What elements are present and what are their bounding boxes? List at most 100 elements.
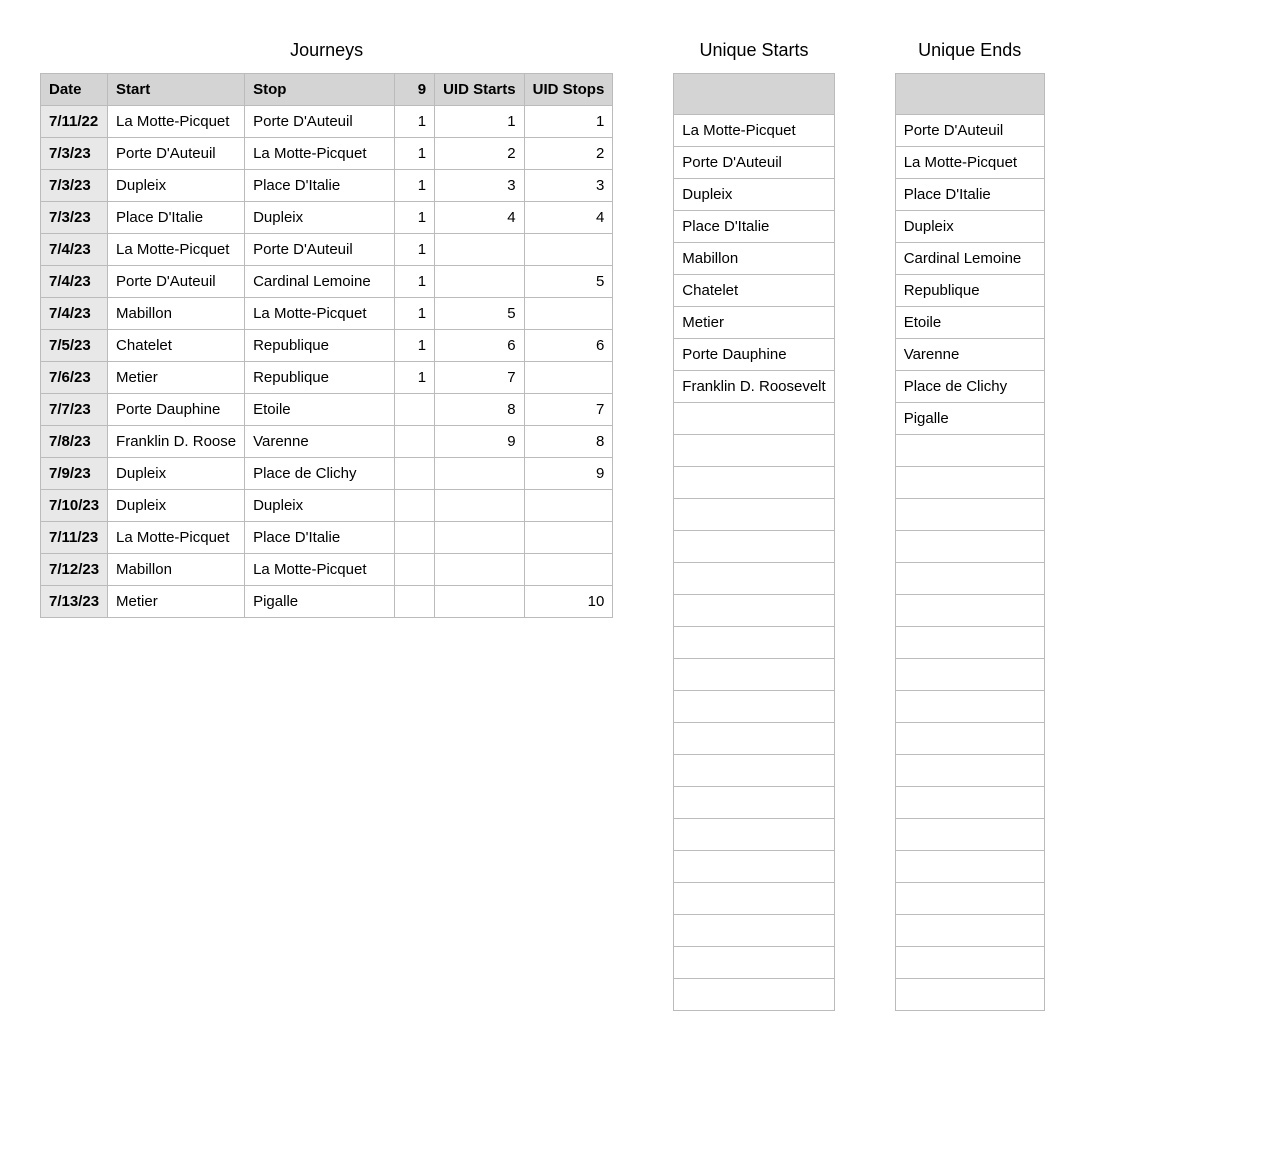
table-row: Place D'Italie — [895, 179, 1044, 211]
table-row: Chatelet — [674, 275, 834, 307]
cell-uid-starts — [435, 554, 525, 586]
cell-uid-stops: 3 — [524, 170, 613, 202]
list-item — [674, 435, 834, 467]
table-row: Franklin D. Roosevelt — [674, 371, 834, 403]
cell-start: La Motte-Picquet — [108, 522, 245, 554]
unique-ends-header — [895, 74, 1044, 115]
table-row — [674, 947, 834, 979]
list-item: Porte D'Auteuil — [674, 147, 834, 179]
cell-count — [395, 522, 435, 554]
cell-count — [395, 554, 435, 586]
cell-date: 7/3/23 — [41, 202, 108, 234]
list-item — [674, 915, 834, 947]
cell-count: 1 — [395, 266, 435, 298]
cell-date: 7/4/23 — [41, 234, 108, 266]
list-item — [674, 467, 834, 499]
table-row: Porte Dauphine — [674, 339, 834, 371]
table-row: La Motte-Picquet — [895, 147, 1044, 179]
table-row — [895, 435, 1044, 467]
cell-start: Dupleix — [108, 170, 245, 202]
list-item — [895, 659, 1044, 691]
cell-uid-starts: 6 — [435, 330, 525, 362]
list-item: Mabillon — [674, 243, 834, 275]
cell-start: La Motte-Picquet — [108, 106, 245, 138]
cell-date: 7/11/22 — [41, 106, 108, 138]
cell-count — [395, 394, 435, 426]
cell-stop: Varenne — [245, 426, 395, 458]
table-row — [895, 947, 1044, 979]
journeys-table: Date Start Stop 9 UID Starts UID Stops 7… — [40, 73, 613, 618]
cell-uid-starts: 4 — [435, 202, 525, 234]
list-item — [895, 851, 1044, 883]
cell-uid-starts — [435, 490, 525, 522]
cell-uid-starts: 3 — [435, 170, 525, 202]
unique-starts-section: Unique Starts La Motte-PicquetPorte D'Au… — [673, 40, 834, 1011]
table-row — [674, 915, 834, 947]
list-item — [895, 947, 1044, 979]
list-item — [895, 595, 1044, 627]
table-row — [895, 691, 1044, 723]
table-row — [895, 723, 1044, 755]
cell-date: 7/12/23 — [41, 554, 108, 586]
cell-count — [395, 490, 435, 522]
cell-date: 7/10/23 — [41, 490, 108, 522]
table-row — [895, 851, 1044, 883]
list-item — [895, 979, 1044, 1011]
list-item: La Motte-Picquet — [895, 147, 1044, 179]
table-row — [674, 979, 834, 1011]
cell-date: 7/9/23 — [41, 458, 108, 490]
header-uid-starts: UID Starts — [435, 74, 525, 106]
table-row: 7/9/23DupleixPlace de Clichy9 — [41, 458, 613, 490]
cell-stop: Porte D'Auteuil — [245, 234, 395, 266]
cell-count: 1 — [395, 202, 435, 234]
table-row: 7/3/23Place D'ItalieDupleix144 — [41, 202, 613, 234]
table-row: 7/10/23DupleixDupleix — [41, 490, 613, 522]
cell-stop: Dupleix — [245, 202, 395, 234]
table-row: 7/5/23ChateletRepublique166 — [41, 330, 613, 362]
list-item: Place D'Italie — [895, 179, 1044, 211]
table-row — [674, 531, 834, 563]
cell-start: Porte D'Auteuil — [108, 138, 245, 170]
cell-uid-stops — [524, 298, 613, 330]
cell-date: 7/3/23 — [41, 138, 108, 170]
list-item — [674, 403, 834, 435]
table-row: 7/4/23MabillonLa Motte-Picquet15 — [41, 298, 613, 330]
cell-uid-stops: 6 — [524, 330, 613, 362]
cell-uid-starts: 5 — [435, 298, 525, 330]
header-count: 9 — [395, 74, 435, 106]
table-row — [895, 755, 1044, 787]
unique-ends-title: Unique Ends — [918, 40, 1021, 61]
header-date: Date — [41, 74, 108, 106]
cell-count: 1 — [395, 106, 435, 138]
table-row — [895, 531, 1044, 563]
cell-count: 1 — [395, 362, 435, 394]
table-row: 7/8/23Franklin D. RooseVarenne98 — [41, 426, 613, 458]
list-item — [674, 883, 834, 915]
list-item — [895, 691, 1044, 723]
table-row — [674, 435, 834, 467]
list-item — [895, 563, 1044, 595]
list-item — [895, 723, 1044, 755]
list-item: Metier — [674, 307, 834, 339]
table-row: 7/13/23MetierPigalle10 — [41, 586, 613, 618]
journeys-section: Journeys Date Start Stop 9 UID Starts UI… — [40, 40, 613, 618]
cell-uid-starts — [435, 522, 525, 554]
unique-ends-section: Unique Ends Porte D'AuteuilLa Motte-Picq… — [895, 40, 1045, 1011]
cell-stop: Place de Clichy — [245, 458, 395, 490]
cell-uid-starts: 8 — [435, 394, 525, 426]
journeys-header-row: Date Start Stop 9 UID Starts UID Stops — [41, 74, 613, 106]
list-item: Dupleix — [674, 179, 834, 211]
list-item — [895, 627, 1044, 659]
table-row: 7/6/23MetierRepublique17 — [41, 362, 613, 394]
list-item: Dupleix — [895, 211, 1044, 243]
table-row: Porte D'Auteuil — [895, 115, 1044, 147]
list-item — [674, 979, 834, 1011]
table-row — [674, 467, 834, 499]
cell-uid-stops: 7 — [524, 394, 613, 426]
list-item — [674, 755, 834, 787]
cell-start: Franklin D. Roose — [108, 426, 245, 458]
header-stop: Stop — [245, 74, 395, 106]
list-item — [895, 467, 1044, 499]
table-row: La Motte-Picquet — [674, 115, 834, 147]
list-item — [674, 627, 834, 659]
